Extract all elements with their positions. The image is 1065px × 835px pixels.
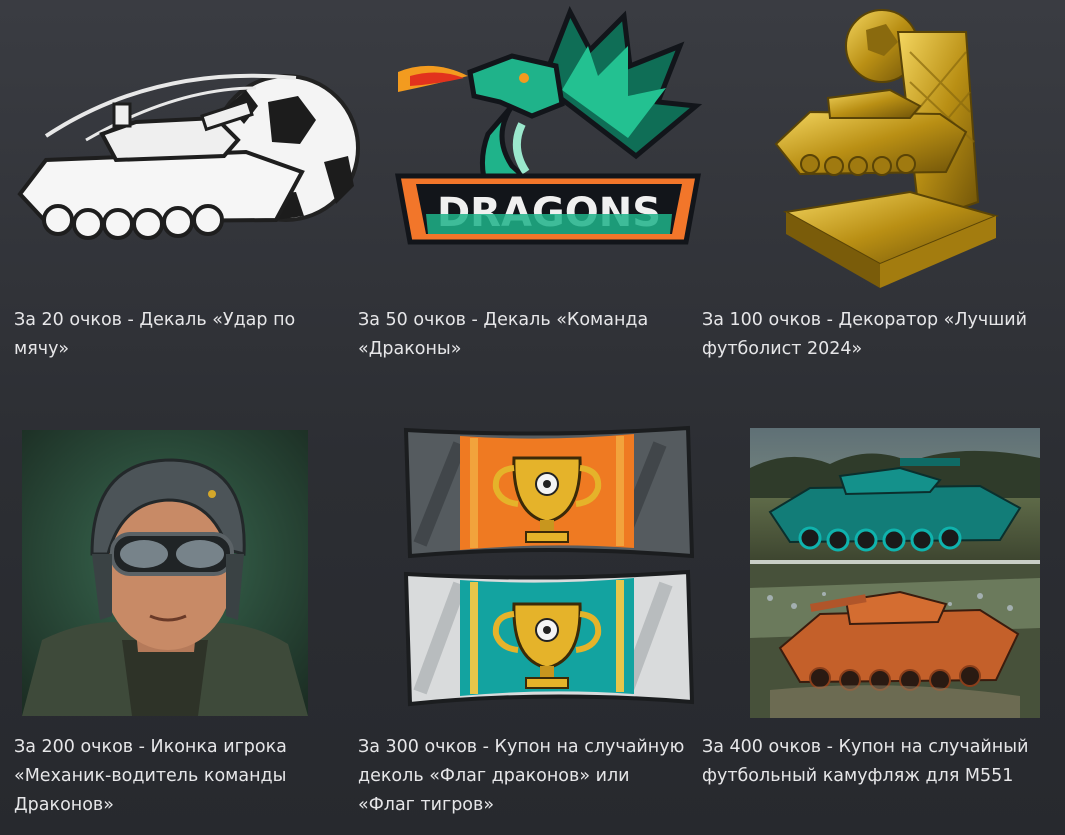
rewards-grid: За 20 очков - Декаль «Удар по мячу» DRAG… xyxy=(0,0,1065,835)
flags-icon xyxy=(403,425,694,707)
reward-5-image xyxy=(400,424,694,712)
dragons-flag-icon xyxy=(403,425,694,559)
tigers-flag-icon xyxy=(403,569,694,707)
camouflage-tanks-icon xyxy=(750,428,1040,718)
tank-football-icon xyxy=(17,73,360,240)
reward-4-image xyxy=(22,430,308,716)
reward-2-image: DRAGONS xyxy=(392,6,704,276)
reward-3-image xyxy=(770,2,1004,292)
reward-6-image xyxy=(750,428,1040,718)
reward-1-caption: За 20 очков - Декаль «Удар по мячу» xyxy=(14,310,296,359)
reward-1-image xyxy=(6,44,362,256)
reward-3-caption: За 100 очков - Декоратор «Лучший футболи… xyxy=(702,310,1027,359)
trophy-icon xyxy=(774,9,1000,288)
dragon-logo-icon: DRAGONS xyxy=(395,6,703,245)
portrait-icon xyxy=(22,430,308,716)
reward-4-caption: За 200 очков - Иконка игрока «Механик-во… xyxy=(14,737,287,815)
reward-5-caption: За 300 очков - Купон на случайную деколь… xyxy=(358,737,685,815)
reward-6-caption: За 400 очков - Купон на случайный футбол… xyxy=(702,737,1029,786)
reward-2-caption: За 50 очков - Декаль «Команда «Драконы» xyxy=(358,310,649,359)
